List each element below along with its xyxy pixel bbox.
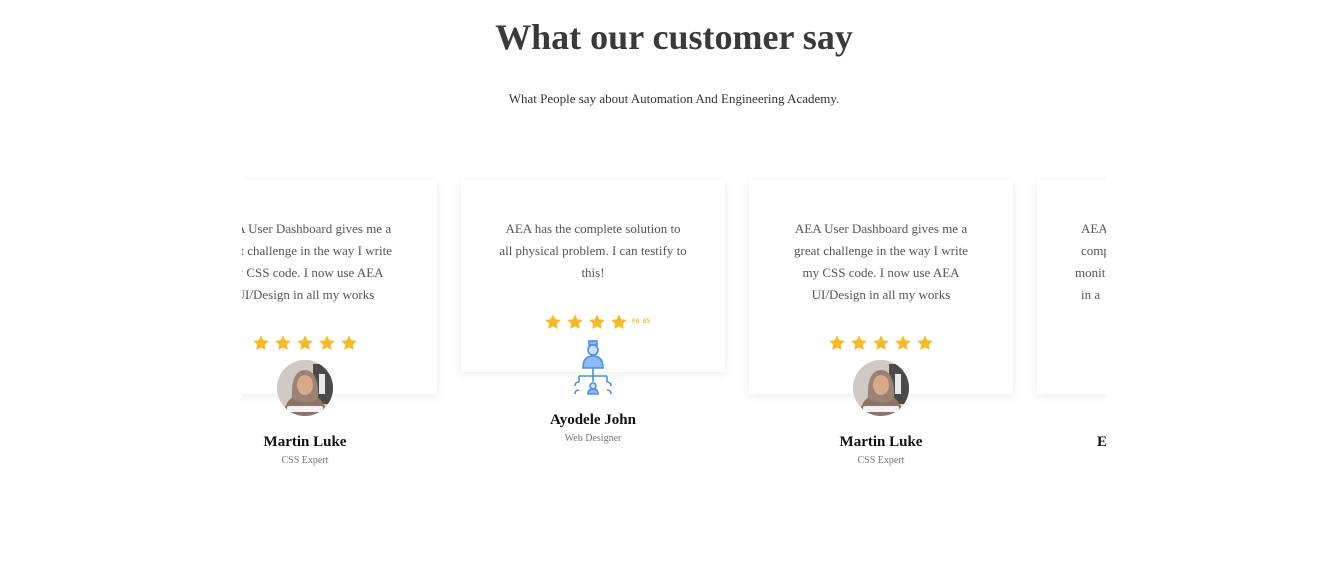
star-icon [544, 313, 562, 331]
quote-line: AEA [1081, 221, 1106, 236]
star-icon [610, 313, 628, 331]
testimonial-card-martin-luke-1[interactable]: AEA User Dashboard gives me a great chal… [242, 150, 437, 490]
quote-line: in a [1081, 287, 1101, 302]
missing-glyph-icon: F0 05 [632, 318, 651, 325]
testimonial-quote: AEA has the complete solution to all phy… [497, 218, 689, 284]
star-icon [252, 334, 270, 352]
quote-line: monit [1075, 265, 1106, 280]
customer-name: Martin Luke [263, 434, 347, 450]
testimonial-carousel[interactable]: AEA User Dashboard gives me a great chal… [242, 150, 1106, 490]
quote-line: all physical problem. I can testify to [499, 243, 687, 258]
testimonial-card-martin-luke-2[interactable]: AEA User Dashboard gives me a great chal… [749, 150, 1013, 490]
quote-line: UI/Design in all my works [811, 287, 951, 302]
star-icon [850, 334, 868, 352]
quote-line: AEA has the complete solution to [505, 221, 681, 236]
customer-name: Martin Luke [839, 434, 923, 450]
star-icon [296, 334, 314, 352]
testimonial-quote: AEA comp monit in a [1075, 218, 1106, 306]
testimonial-card-partial[interactable]: AEA comp monit in a E [1037, 150, 1106, 490]
customer-role: CSS Expert [281, 455, 329, 466]
star-icon [872, 334, 890, 352]
quote-line: this! [581, 265, 605, 280]
testimonial-quote: AEA User Dashboard gives me a great chal… [242, 218, 401, 306]
testimonial-card-ayodele-john[interactable]: AEA has the complete solution to all phy… [461, 150, 725, 490]
customer-name: E [1097, 434, 1106, 450]
star-rating: F0 05 [461, 313, 725, 331]
star-icon [828, 334, 846, 352]
quote-line: great challenge in the way I write [794, 243, 968, 258]
star-icon [588, 313, 606, 331]
section-title: What our customer say [495, 17, 853, 57]
quote-line: my CSS code. I now use AEA [802, 265, 960, 280]
customer-avatar [853, 360, 909, 416]
quote-line: AEA User Dashboard gives me a [794, 221, 968, 236]
star-icon [318, 334, 336, 352]
quote-line: comp [1081, 243, 1106, 258]
quote-line: UI/Design in all my works [242, 287, 375, 302]
star-icon [274, 334, 292, 352]
customer-role: Web Designer [564, 433, 622, 444]
star-rating [242, 334, 437, 352]
star-icon [340, 334, 358, 352]
customer-name: Ayodele John [550, 412, 636, 428]
star-icon [566, 313, 584, 331]
star-icon [894, 334, 912, 352]
star-rating [749, 334, 1013, 352]
team-hierarchy-icon [571, 340, 615, 396]
quote-line: AEA User Dashboard gives me a [242, 221, 392, 236]
section-subtitle: What People say about Automation And Eng… [508, 91, 840, 106]
quote-line: great challenge in the way I write [242, 243, 392, 258]
customer-avatar [277, 360, 333, 416]
star-icon [916, 334, 934, 352]
testimonial-quote: AEA User Dashboard gives me a great chal… [785, 218, 977, 306]
customer-role: CSS Expert [857, 455, 905, 466]
quote-line: my CSS code. I now use AEA [242, 265, 384, 280]
